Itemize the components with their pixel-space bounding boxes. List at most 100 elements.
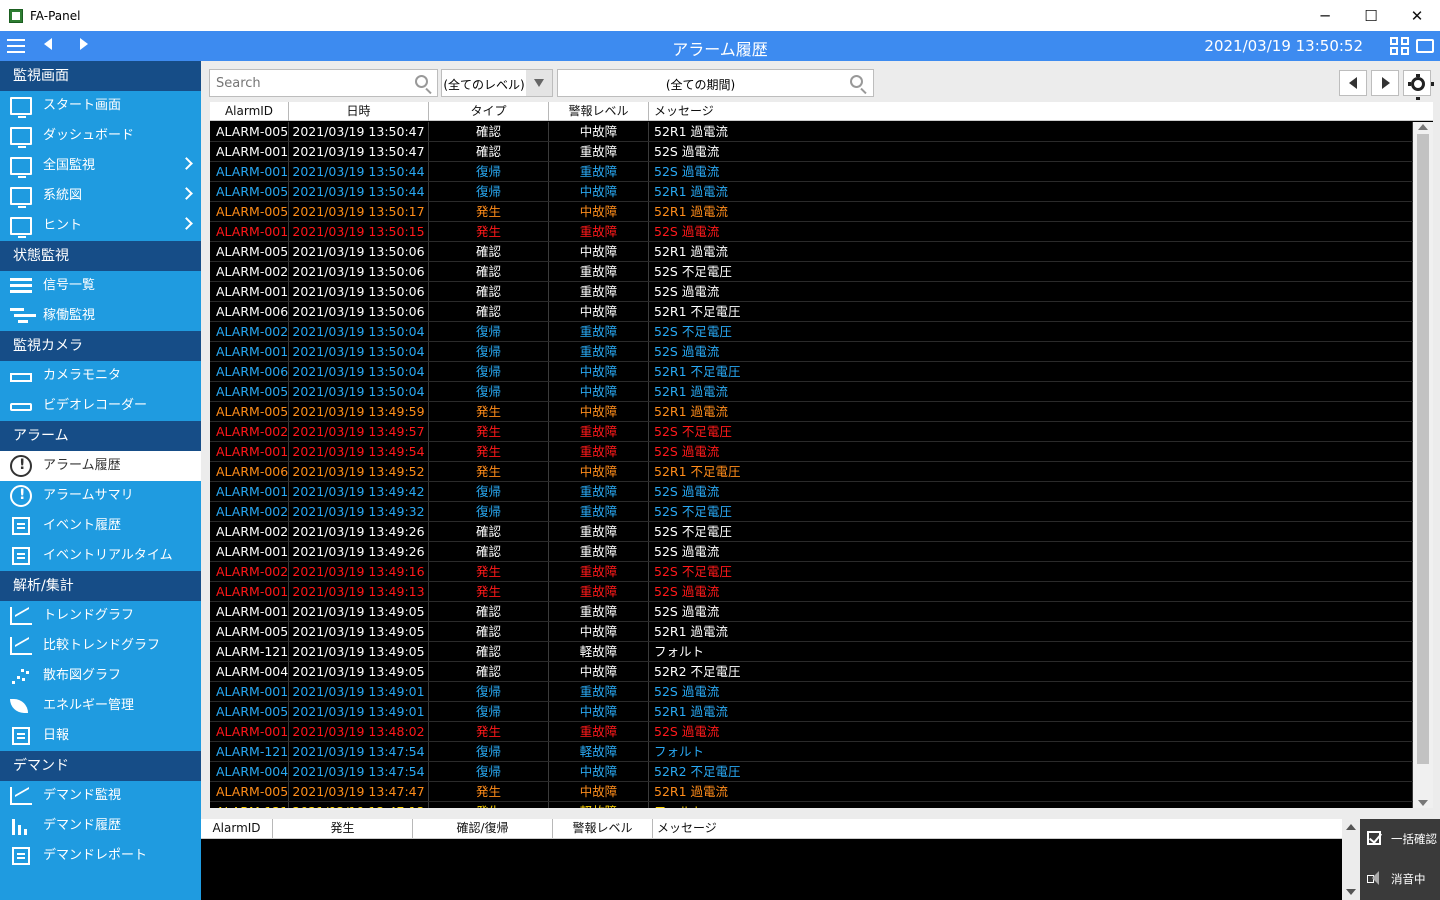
scroll-up-icon[interactable] [1418,124,1428,130]
table-row[interactable]: ALARM-121 2021/03/19 13:47:54 復帰 軽故障 フォルト [210,742,1413,762]
close-button[interactable]: ✕ [1394,0,1440,31]
sidebar-item[interactable]: ビデオレコーダー [0,391,201,421]
table-row[interactable]: ALARM-001 2021/03/19 13:50:04 復帰 重故障 52S 過電流 [210,342,1413,362]
table-row[interactable]: ALARM-001 2021/03/19 13:49:05 確認 重故障 52S 過電流 [210,602,1413,622]
ack-all-button[interactable]: 一括確認 [1360,819,1440,859]
maximize-button[interactable]: ☐ [1348,0,1394,31]
search-icon[interactable] [415,75,428,88]
table-row[interactable]: ALARM-005 2021/03/19 13:50:17 発生 中故障 52R1 過電… [210,202,1413,222]
cell-alarmid: ALARM-006 [210,462,289,481]
active-scroll-down-icon[interactable] [1346,889,1356,895]
table-row[interactable]: ALARM-002 2021/03/19 13:49:16 発生 重故障 52S 不足電… [210,562,1413,582]
period-search-icon[interactable] [850,75,863,88]
table-row[interactable]: ALARM-001 2021/03/19 13:49:54 発生 重故障 52S 過電流 [210,442,1413,462]
sidebar-item[interactable]: 全国監視 [0,151,201,181]
col-header-datetime[interactable]: 日時 [289,102,429,121]
cell-datetime: 2021/03/19 13:49:05 [289,622,429,641]
table-row[interactable]: ALARM-002 2021/03/19 13:49:57 発生 重故障 52S 不足電… [210,422,1413,442]
active-panel-scrollbar[interactable] [1342,819,1360,900]
active-col-level[interactable]: 警報レベル [553,819,653,838]
sidebar-item[interactable]: アラームサマリ [0,481,201,511]
table-row[interactable]: ALARM-001 2021/03/19 13:49:26 確認 重故障 52S 過電流 [210,542,1413,562]
cell-level: 重故障 [549,322,649,341]
scrollbar-thumb[interactable] [1417,134,1429,764]
table-row[interactable]: ALARM-005 2021/03/19 13:49:01 復帰 中故障 52R1 過電… [210,702,1413,722]
table-row[interactable]: ALARM-002 2021/03/19 13:49:26 確認 重故障 52S 不足電… [210,522,1413,542]
sidebar-item[interactable]: ヒント [0,211,201,241]
next-page-button[interactable] [1371,70,1399,96]
col-header-message[interactable]: メッセージ [649,102,1433,121]
level-filter-select[interactable]: (全てのレベル) [441,69,553,97]
sidebar-item[interactable]: デマンド監視 [0,781,201,811]
table-row[interactable]: ALARM-004 2021/03/19 13:49:05 確認 中故障 52R2 不足… [210,662,1413,682]
col-header-alarmid[interactable]: AlarmID [210,102,289,121]
table-row[interactable]: ALARM-006 2021/03/19 13:50:04 復帰 中故障 52R1 不足… [210,362,1413,382]
sidebar-item[interactable]: 比較トレンドグラフ [0,631,201,661]
table-row[interactable]: ALARM-005 2021/03/19 13:47:47 発生 中故障 52R1 過電… [210,782,1413,802]
sidebar-item[interactable]: エネルギー管理 [0,691,201,721]
sidebar-item[interactable]: 系統図 [0,181,201,211]
cell-datetime: 2021/03/19 13:49:13 [289,582,429,601]
cell-type: 発生 [429,222,549,241]
cell-type: 復帰 [429,162,549,181]
table-row[interactable]: ALARM-002 2021/03/19 13:50:04 復帰 重故障 52S 不足電… [210,322,1413,342]
col-header-type[interactable]: タイプ [429,102,549,121]
table-row[interactable]: ALARM-005 2021/03/19 13:50:06 確認 中故障 52R1 過電… [210,242,1413,262]
table-row[interactable]: ALARM-005 2021/03/19 13:49:59 発生 中故障 52R1 過電… [210,402,1413,422]
table-row[interactable]: ALARM-005 2021/03/19 13:49:05 確認 中故障 52R1 過電… [210,622,1413,642]
active-col-message[interactable]: メッセージ [653,819,1342,838]
settings-button[interactable] [1403,70,1434,100]
table-row[interactable]: ALARM-005 2021/03/19 13:50:04 復帰 中故障 52R1 過電… [210,382,1413,402]
sidebar-item[interactable]: 日報 [0,721,201,751]
active-col-alarmid[interactable]: AlarmID [201,819,273,838]
message-icon[interactable] [1416,39,1434,53]
table-row[interactable]: ALARM-005 2021/03/19 13:50:47 確認 中故障 52R1 過電… [210,122,1413,142]
sidebar-item[interactable]: アラーム履歴 [0,451,201,481]
cell-alarmid: ALARM-006 [210,302,289,321]
scroll-down-icon[interactable] [1418,800,1428,806]
cell-type: 確認 [429,522,549,541]
sidebar-item[interactable]: 信号一覧 [0,271,201,301]
active-col-ack[interactable]: 確認/復帰 [413,819,553,838]
table-row[interactable]: ALARM-001 2021/03/19 13:50:44 復帰 重故障 52S 過電流 [210,162,1413,182]
active-col-occurred[interactable]: 発生 [273,819,413,838]
mute-button[interactable]: 消音中 [1360,859,1440,899]
active-scroll-up-icon[interactable] [1346,824,1356,830]
sidebar-item[interactable]: 稼働監視 [0,301,201,331]
table-row[interactable]: ALARM-001 2021/03/19 13:50:06 確認 重故障 52S 過電流 [210,282,1413,302]
sidebar-item[interactable]: ダッシュボード [0,121,201,151]
sidebar-item[interactable]: カメラモニタ [0,361,201,391]
period-filter[interactable]: (全ての期間) [557,69,874,97]
sidebar-item[interactable]: トレンドグラフ [0,601,201,631]
table-row[interactable]: ALARM-001 2021/03/19 13:50:47 確認 重故障 52S 過電流 [210,142,1413,162]
cell-datetime: 2021/03/19 13:49:05 [289,602,429,621]
sidebar-item[interactable]: イベントリアルタイム [0,541,201,571]
table-row[interactable]: ALARM-005 2021/03/19 13:50:44 復帰 中故障 52R1 過電… [210,182,1413,202]
period-filter-value: (全ての期間) [665,78,736,92]
table-row[interactable]: ALARM-001 2021/03/19 13:49:42 復帰 重故障 52S 過電流 [210,482,1413,502]
sidebar-item[interactable]: イベント履歴 [0,511,201,541]
table-row[interactable]: ALARM-002 2021/03/19 13:50:06 確認 重故障 52S 不足電… [210,262,1413,282]
table-row[interactable]: ALARM-002 2021/03/19 13:49:32 復帰 重故障 52S 不足電… [210,502,1413,522]
sidebar-item[interactable]: スタート画面 [0,91,201,121]
dropdown-arrow-icon[interactable] [526,70,552,96]
table-row[interactable]: ALARM-001 2021/03/19 13:50:15 発生 重故障 52S 過電流 [210,222,1413,242]
table-row[interactable]: ALARM-001 2021/03/19 13:48:02 発生 重故障 52S 過電流 [210,722,1413,742]
table-row[interactable]: ALARM-001 2021/03/19 13:49:13 発生 重故障 52S 過電流 [210,582,1413,602]
table-row[interactable]: ALARM-004 2021/03/19 13:47:54 復帰 中故障 52R2 不足… [210,762,1413,782]
sidebar-item[interactable]: デマンドレポート [0,841,201,871]
layout-grid-icon[interactable] [1390,37,1410,56]
table-scrollbar[interactable] [1413,122,1433,808]
table-row[interactable]: ALARM-006 2021/03/19 13:49:52 発生 中故障 52R1 不足… [210,462,1413,482]
search-input[interactable] [210,70,400,96]
minimize-button[interactable]: ─ [1302,0,1348,31]
cell-level: 軽故障 [549,642,649,661]
sidebar-item[interactable]: 散布図グラフ [0,661,201,691]
table-row[interactable]: ALARM-001 2021/03/19 13:49:01 復帰 重故障 52S 過電流 [210,682,1413,702]
table-row[interactable]: ALARM-1212021/03/19 13:47:13発生軽故障フォルト [210,802,1413,808]
prev-page-button[interactable] [1339,70,1367,96]
table-row[interactable]: ALARM-121 2021/03/19 13:49:05 確認 軽故障 フォルト [210,642,1413,662]
table-row[interactable]: ALARM-006 2021/03/19 13:50:06 確認 中故障 52R1 不足… [210,302,1413,322]
col-header-level[interactable]: 警報レベル [549,102,649,121]
sidebar-item[interactable]: デマンド履歴 [0,811,201,841]
